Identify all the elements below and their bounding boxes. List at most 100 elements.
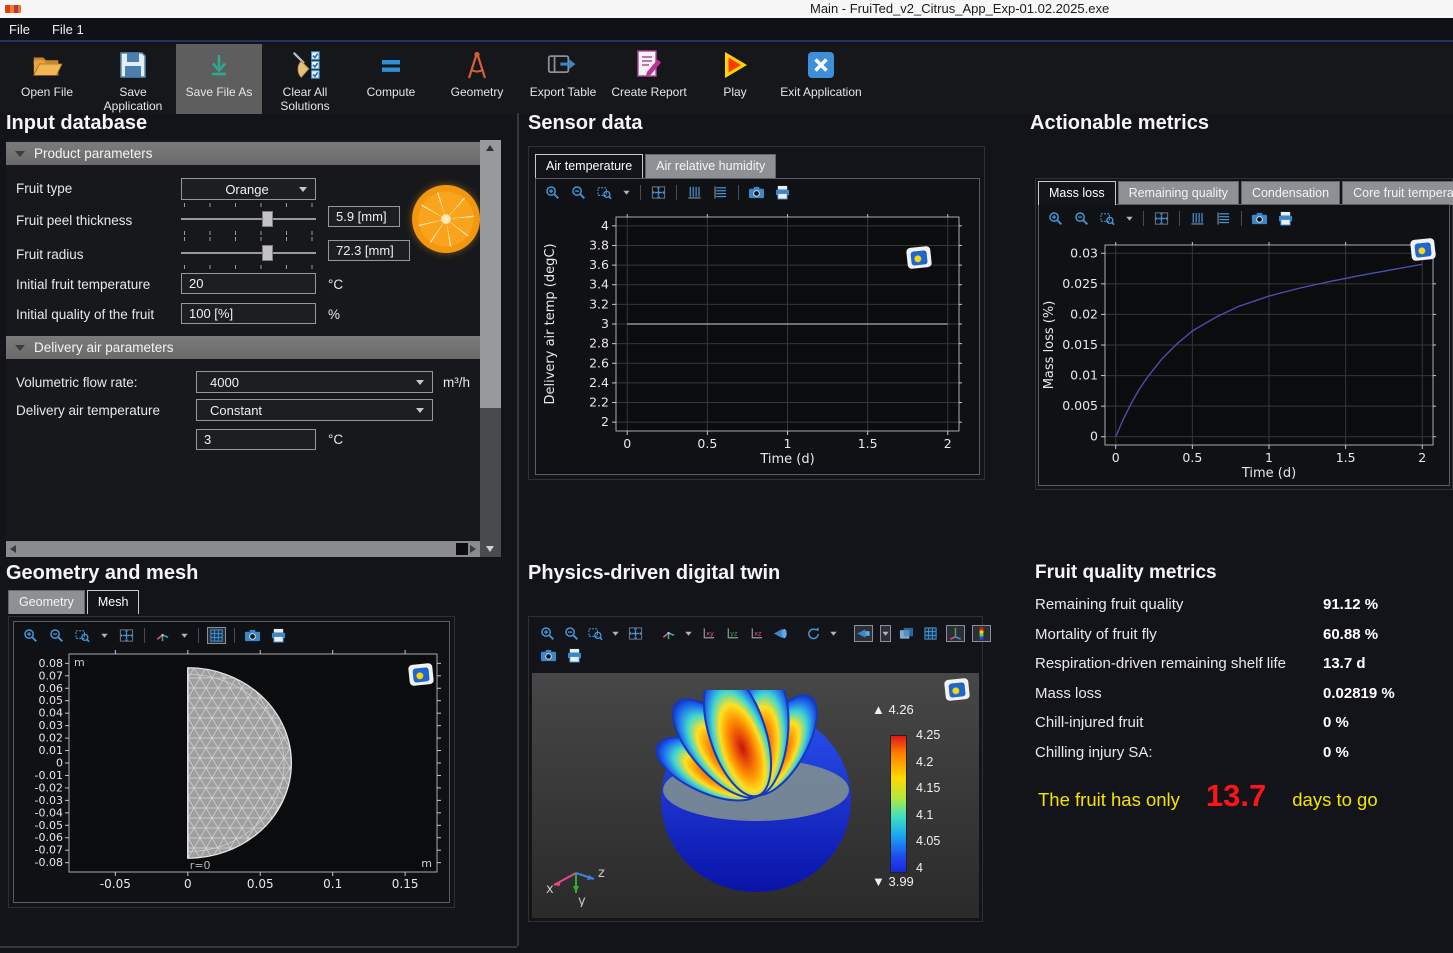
comsol-logo-icon — [408, 663, 434, 686]
caret-down-icon[interactable] — [179, 627, 190, 644]
camera-icon[interactable] — [1250, 210, 1269, 227]
caret-down-icon[interactable] — [99, 627, 110, 644]
slider-thumb[interactable] — [262, 211, 273, 227]
transparency-icon[interactable] — [898, 625, 915, 642]
input-database-heading: Input database — [6, 112, 147, 135]
fruit-radius-slider[interactable] — [181, 243, 316, 263]
zoom-extents-icon[interactable] — [649, 184, 668, 201]
toolbar-export-table-button[interactable]: Export Table — [520, 44, 606, 114]
zoom-extents-icon[interactable] — [627, 625, 644, 642]
horizontal-grid-icon[interactable] — [711, 184, 730, 201]
sensor-chart[interactable]: 00.511.5222.22.42.62.833.23.43.63.84Time… — [536, 205, 977, 471]
tab-air-relative-humidity[interactable]: Air relative humidity — [645, 154, 776, 178]
caret-down-icon[interactable] — [1124, 210, 1135, 227]
toolbar-create-report-button[interactable]: Create Report — [606, 44, 692, 114]
caret-down-icon[interactable] — [621, 184, 632, 201]
axes-icon[interactable] — [946, 625, 965, 642]
rotate-icon[interactable] — [805, 625, 822, 642]
print-icon[interactable] — [1276, 210, 1295, 227]
initial-quality-field[interactable]: 100 [%] — [181, 303, 316, 324]
zoom-in-icon[interactable] — [539, 625, 556, 642]
yz-view-icon[interactable]: yz — [724, 625, 741, 642]
zoom-box-icon[interactable] — [595, 184, 614, 201]
air-temp-field[interactable]: 3 — [196, 429, 316, 450]
svg-text:0.005: 0.005 — [1062, 398, 1098, 413]
peel-thickness-slider[interactable] — [181, 209, 316, 229]
svg-text:Time (d): Time (d) — [1241, 466, 1296, 481]
air-temp-combobox[interactable]: Constant — [196, 399, 433, 421]
toolbar-play-button[interactable]: Play — [692, 44, 778, 114]
scene-light-icon[interactable] — [854, 625, 873, 642]
tab-remaining-quality[interactable]: Remaining quality — [1118, 181, 1239, 205]
zoom-extents-icon[interactable] — [117, 627, 136, 644]
air-temp-unit: °C — [328, 432, 343, 447]
days-remaining-value: 13.7 — [1206, 778, 1266, 814]
perspective-icon[interactable] — [772, 625, 789, 642]
xz-view-icon[interactable]: xz — [748, 625, 765, 642]
zoom-in-icon[interactable] — [543, 184, 562, 201]
toolbar-exit-application-button[interactable]: Exit Application — [778, 44, 864, 114]
3d-scene[interactable]: ▲ 4.26 4.254.24.154.14.054 ▼ 3.99 x y z — [532, 673, 979, 918]
tab-mesh[interactable]: Mesh — [87, 590, 140, 614]
svg-text:2.2: 2.2 — [589, 395, 609, 410]
zoom-box-icon[interactable] — [73, 627, 92, 644]
menu-item-file-1[interactable]: File 1 — [52, 22, 84, 37]
camera-icon[interactable] — [747, 184, 766, 201]
grid-icon[interactable] — [922, 625, 939, 642]
zoom-box-icon[interactable] — [587, 625, 604, 642]
initial-temp-field[interactable]: 20 — [181, 273, 316, 294]
scrollbar-thumb[interactable] — [480, 140, 501, 408]
mesh-plot[interactable]: -0.0500.050.10.150.080.070.060.050.040.0… — [14, 648, 447, 898]
scrollbar-thumb[interactable] — [456, 543, 468, 555]
toolbar-compute-button[interactable]: Compute — [348, 44, 434, 114]
flow-rate-combobox[interactable]: 4000 — [196, 371, 433, 393]
horizontal-scrollbar[interactable] — [6, 541, 480, 557]
tab-geometry[interactable]: Geometry — [8, 590, 85, 614]
grid-icon[interactable] — [207, 627, 226, 644]
tab-mass-loss[interactable]: Mass loss — [1038, 181, 1116, 205]
zoom-box-icon[interactable] — [1098, 210, 1117, 227]
vertical-grid-icon[interactable] — [685, 184, 704, 201]
svg-text:Time (d): Time (d) — [759, 452, 814, 467]
caret-down-icon[interactable] — [684, 625, 693, 642]
menu-item-file[interactable]: File — [9, 22, 30, 37]
toolbar-clear-all-solutions-button[interactable]: Clear All Solutions — [262, 44, 348, 114]
zoom-out-icon[interactable] — [563, 625, 580, 642]
color-legend-icon[interactable] — [972, 625, 991, 642]
axis-orientation-icon[interactable] — [153, 627, 172, 644]
zoom-out-icon[interactable] — [1072, 210, 1091, 227]
print-icon[interactable] — [773, 184, 792, 201]
caret-down-icon[interactable] — [829, 625, 838, 642]
tab-air-temperature[interactable]: Air temperature — [535, 154, 643, 178]
toolbar-save-application-button[interactable]: Save Application — [90, 44, 176, 114]
toolbar-open-file-button[interactable]: Open File — [4, 44, 90, 114]
horizontal-grid-icon[interactable] — [1214, 210, 1233, 227]
camera-icon[interactable] — [539, 647, 558, 664]
delivery-air-header[interactable]: Delivery air parameters — [6, 336, 480, 359]
vertical-scrollbar[interactable] — [480, 140, 501, 557]
print-icon[interactable] — [565, 647, 584, 664]
zoom-in-icon[interactable] — [21, 627, 40, 644]
fruit-type-combobox[interactable]: Orange — [181, 178, 316, 200]
axis-orientation-icon[interactable] — [660, 625, 677, 642]
vertical-grid-icon[interactable] — [1188, 210, 1207, 227]
caret-down-icon[interactable] — [880, 625, 891, 642]
zoom-in-icon[interactable] — [1046, 210, 1065, 227]
tab-core-fruit-temperature[interactable]: Core fruit temperature — [1342, 181, 1453, 205]
zoom-extents-icon[interactable] — [1152, 210, 1171, 227]
toolbar-save-file-as-button[interactable]: Save File As — [176, 44, 262, 114]
camera-icon[interactable] — [243, 627, 262, 644]
caret-down-icon[interactable] — [611, 625, 620, 642]
svg-text:yz: yz — [730, 629, 738, 637]
fruit-radius-value[interactable]: 72.3 [mm] — [328, 240, 410, 261]
zoom-out-icon[interactable] — [47, 627, 66, 644]
print-icon[interactable] — [269, 627, 288, 644]
toolbar-geometry-button[interactable]: Geometry — [434, 44, 520, 114]
mass-loss-chart[interactable]: 00.511.5200.0050.010.0150.020.0250.03Tim… — [1039, 231, 1447, 483]
tab-condensation[interactable]: Condensation — [1241, 181, 1340, 205]
xy-view-icon[interactable]: xy — [700, 625, 717, 642]
product-parameters-header[interactable]: Product parameters — [6, 142, 480, 165]
peel-thickness-value[interactable]: 5.9 [mm] — [328, 206, 400, 227]
zoom-out-icon[interactable] — [569, 184, 588, 201]
slider-thumb[interactable] — [262, 245, 273, 261]
